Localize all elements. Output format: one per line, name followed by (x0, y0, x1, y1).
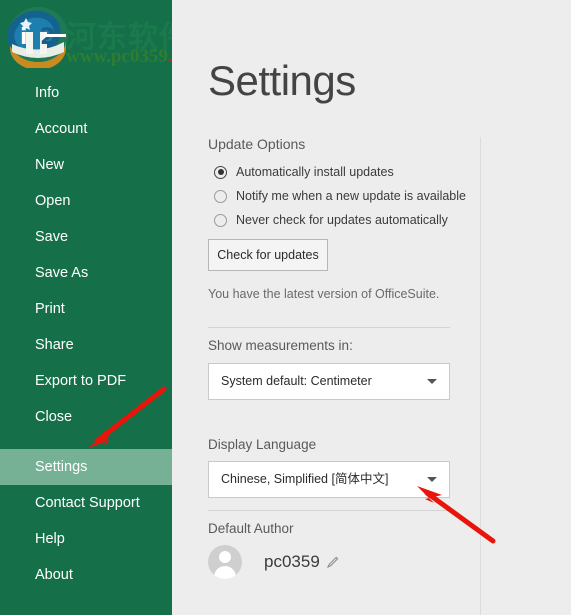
sidebar-item-share[interactable]: Share (0, 327, 172, 363)
radio-never-check-updates[interactable]: Never check for updates automatically (214, 210, 448, 230)
content-vertical-rule (480, 137, 481, 615)
radio-button-icon[interactable] (214, 165, 227, 179)
sidebar-item-label: About (35, 567, 73, 583)
radio-label: Never check for updates automatically (236, 213, 448, 227)
pencil-edit-icon[interactable] (326, 555, 340, 569)
radio-button-icon[interactable] (214, 213, 227, 227)
sidebar-item-label: Save As (35, 265, 89, 281)
user-avatar-icon (208, 545, 242, 579)
sidebar-item-label: Account (35, 121, 88, 137)
sidebar-item-label: Info (35, 85, 60, 101)
settings-window: i 2 河东软件园 www.pc0359.cn Info Account New… (0, 0, 571, 615)
sidebar-item-print[interactable]: Print (0, 291, 172, 327)
globe-logo-icon: i 2 (4, 4, 72, 70)
radio-button-icon[interactable] (214, 189, 227, 203)
default-author-label: Default Author (208, 521, 294, 536)
sidebar-item-label: New (35, 157, 65, 173)
radio-label: Notify me when a new update is available (236, 189, 466, 203)
radio-label: Automatically install updates (236, 165, 394, 179)
sidebar-item-help[interactable]: Help (0, 521, 172, 557)
sidebar-item-export-to-pdf[interactable]: Export to PDF (0, 363, 172, 399)
sidebar-item-label: Contact Support (35, 495, 140, 511)
sidebar-item-label: Export to PDF (35, 373, 127, 389)
display-language-dropdown[interactable]: Chinese, Simplified [简体中文] (208, 461, 450, 498)
chevron-down-icon[interactable] (427, 477, 437, 482)
sidebar-item-new[interactable]: New (0, 147, 172, 183)
sidebar-item-save[interactable]: Save (0, 219, 172, 255)
sidebar-item-label: Settings (35, 459, 88, 475)
version-status-text: You have the latest version of OfficeSui… (208, 287, 440, 301)
sidebar-nav: Info Account New Open Save Save As Print… (0, 75, 172, 593)
check-for-updates-button[interactable]: Check for updates (208, 239, 328, 271)
svg-text:2: 2 (40, 25, 55, 50)
update-options-label: Update Options (208, 136, 306, 152)
sidebar-item-about[interactable]: About (0, 557, 172, 593)
sidebar-item-label: Share (35, 337, 74, 353)
measurements-selected-value: System default: Centimeter (221, 374, 372, 388)
watermark-url-main: www.pc0359 (66, 46, 168, 67)
sidebar-item-open[interactable]: Open (0, 183, 172, 219)
sidebar-item-label: Print (35, 301, 65, 317)
sidebar-item-close[interactable]: Close (0, 399, 172, 435)
sidebar-item-label: Close (35, 409, 73, 425)
radio-automatically-install-updates[interactable]: Automatically install updates (214, 162, 394, 182)
sidebar-divider (0, 435, 172, 449)
sidebar-item-label: Help (35, 531, 65, 547)
show-measurements-label: Show measurements in: (208, 338, 353, 353)
section-divider (208, 327, 450, 328)
default-author-row: pc0359 (208, 545, 340, 579)
radio-notify-new-update[interactable]: Notify me when a new update is available (214, 186, 466, 206)
sidebar-item-save-as[interactable]: Save As (0, 255, 172, 291)
sidebar-item-account[interactable]: Account (0, 111, 172, 147)
section-divider (208, 510, 450, 511)
default-author-name: pc0359 (264, 552, 320, 571)
sidebar-item-label: Save (35, 229, 69, 245)
sidebar-item-contact-support[interactable]: Contact Support (0, 485, 172, 521)
page-title: Settings (208, 57, 356, 104)
display-language-label: Display Language (208, 437, 317, 452)
chevron-down-icon[interactable] (427, 379, 437, 384)
measurements-dropdown[interactable]: System default: Centimeter (208, 363, 450, 400)
sidebar-item-info[interactable]: Info (0, 75, 172, 111)
sidebar-item-settings[interactable]: Settings (0, 449, 172, 485)
display-language-selected-value: Chinese, Simplified [简体中文] (221, 472, 389, 486)
sidebar: i 2 河东软件园 www.pc0359.cn Info Account New… (0, 0, 220, 615)
sidebar-item-label: Open (35, 193, 71, 209)
main-content: Settings Update Options Automatically in… (172, 0, 571, 615)
